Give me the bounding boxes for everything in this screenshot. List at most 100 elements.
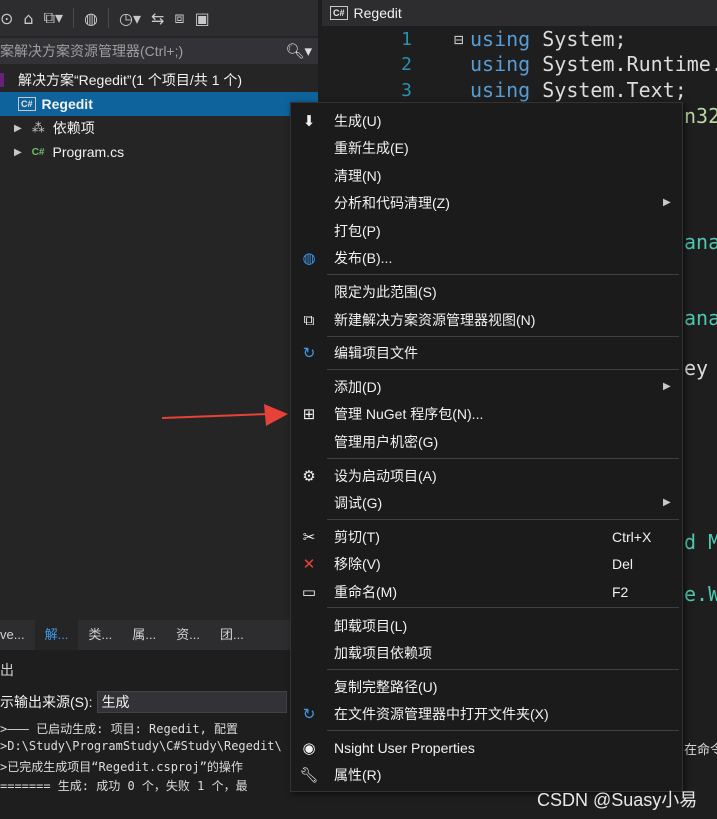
gear-icon: ⚙ — [302, 466, 316, 485]
tab-solution-explorer[interactable]: 解... — [34, 620, 79, 650]
menu-item-nsight[interactable]: ◉ Nsight User Properties — [291, 734, 682, 761]
search-box[interactable]: 案解决方案资源管理器(Ctrl+;) 🔍︎▾ — [0, 38, 318, 64]
tab-class-view[interactable]: 类... — [78, 620, 122, 650]
menu-item-scope[interactable]: 限定为此范围(S) — [291, 278, 682, 305]
menu-separator — [327, 730, 679, 731]
submenu-arrow-icon: ▶ — [663, 197, 671, 208]
tab-vertical[interactable]: ve... — [0, 620, 35, 650]
tree-item-label: 解决方案“Regedit”(1 个项目/共 1 个) — [18, 72, 243, 88]
menu-item-rebuild[interactable]: 重新生成(E) — [291, 134, 682, 161]
output-source-label: 示输出来源(S): — [0, 694, 93, 710]
menu-item-rename[interactable]: ▭ 重命名(M) F2 — [291, 578, 682, 605]
show-all-files-icon[interactable]: ▣ — [195, 9, 210, 28]
watermark: CSDN @Suasy小易 — [537, 790, 698, 810]
code-fragment: anag — [684, 306, 717, 330]
tree-item-project[interactable]: C# Regedit — [0, 92, 318, 116]
menu-item-pack[interactable]: 打包(P) — [291, 217, 682, 244]
scissors-icon: ✂ — [302, 527, 316, 546]
tree-item-solution[interactable]: 解决方案“Regedit”(1 个项目/共 1 个) — [0, 68, 318, 92]
open-folder-icon: ↻ — [302, 704, 316, 723]
nsight-icon: ◉ — [302, 738, 316, 757]
menu-item-user-secrets[interactable]: 管理用户机密(G) — [291, 428, 682, 455]
csharp-file-icon: C# — [330, 6, 348, 20]
menu-item-cut[interactable]: ✂ 剪切(T) Ctrl+X — [291, 523, 682, 550]
menu-item-clean[interactable]: 清理(N) — [291, 162, 682, 189]
menu-item-set-startup[interactable]: ⚙ 设为启动项目(A) — [291, 462, 682, 489]
expand-arrow-icon[interactable]: ▶ — [14, 147, 22, 158]
history-icon[interactable]: ◷▾ — [119, 9, 141, 28]
solution-icon — [0, 73, 4, 87]
output-source-dropdown[interactable]: 生成 — [96, 691, 287, 713]
output-line: >D:\Study\ProgramStudy\C#Study\Regedit\ — [0, 739, 282, 753]
context-menu: ⬇ 生成(U) 重新生成(E) 清理(N) 分析和代码清理(Z) ▶ 打包(P)… — [290, 102, 683, 792]
editor-document-tab[interactable]: C# Regedit — [322, 0, 717, 26]
submenu-arrow-icon: ▶ — [663, 381, 671, 392]
remove-icon: ✕ — [302, 554, 316, 573]
wrench-icon: 🔧︎ — [299, 765, 319, 784]
csharp-project-icon: C# — [18, 97, 36, 111]
search-input[interactable]: 案解决方案资源管理器(Ctrl+;) — [0, 41, 183, 61]
output-line: ======= 生成: 成功 0 个，失败 1 个，最 — [0, 779, 248, 793]
expand-arrow-icon[interactable]: ▶ — [14, 123, 22, 134]
nuget-icon: ⊞ — [302, 404, 316, 423]
tree-item-program[interactable]: ▶ C# Program.cs — [0, 140, 318, 164]
new-view-icon: ⧉ — [303, 310, 315, 329]
build-icon: ⬇ — [302, 111, 316, 130]
menu-item-nuget[interactable]: ⊞ 管理 NuGet 程序包(N)... — [291, 400, 682, 427]
menu-item-build[interactable]: ⬇ 生成(U) — [291, 107, 682, 134]
tab-properties[interactable]: 属... — [122, 620, 166, 650]
output-line: >已完成生成项目“Regedit.csproj”的操作 — [0, 760, 243, 774]
menu-item-add[interactable]: 添加(D) ▶ — [291, 373, 682, 400]
code-fragment: anag — [684, 230, 717, 254]
menu-item-open-folder[interactable]: ↻ 在文件资源管理器中打开文件夹(X) — [291, 700, 682, 727]
menu-item-unload[interactable]: 卸载项目(L) — [291, 612, 682, 639]
home-icon[interactable]: ⌂ — [23, 9, 33, 28]
sync-icon[interactable]: ⇆ — [151, 9, 164, 28]
toolbar-divider — [73, 8, 75, 28]
menu-item-new-view[interactable]: ⧉ 新建解决方案资源管理器视图(N) — [291, 306, 682, 333]
menu-separator — [327, 519, 679, 520]
output-panel-title: 出 — [0, 662, 14, 678]
line-number: 3 — [401, 80, 412, 101]
output-source-row: 示输出来源(S): 生成 — [0, 690, 318, 714]
menu-item-properties[interactable]: 🔧︎ 属性(R) — [291, 761, 682, 788]
collapse-all-icon[interactable]: ⧈ — [174, 8, 184, 28]
line-number: 2 — [401, 54, 412, 75]
output-line: >——— 已启动生成: 项目: Regedit, 配置 — [0, 722, 239, 736]
menu-item-remove[interactable]: ✕ 移除(V) Del — [291, 550, 682, 577]
menu-separator — [327, 669, 679, 670]
menu-separator — [327, 369, 679, 370]
menu-item-analyze[interactable]: 分析和代码清理(Z) ▶ — [291, 189, 682, 216]
menu-item-debug[interactable]: 调试(G) ▶ — [291, 489, 682, 516]
code-fragment: n32 — [684, 104, 717, 128]
search-icon[interactable]: 🔍︎▾ — [285, 42, 312, 60]
menu-item-load-deps[interactable]: 加载项目依赖项 — [291, 639, 682, 666]
toolbar-divider — [108, 8, 109, 28]
tree-item-label: 依赖项 — [52, 120, 95, 136]
tab-team[interactable]: 团... — [210, 620, 254, 650]
output-line-fragment: 在命令 — [684, 742, 717, 757]
code-line: using System; — [470, 27, 627, 51]
switch-views-icon[interactable]: ⧉▾ — [44, 8, 63, 28]
annotation-arrow-icon — [161, 404, 288, 426]
code-fragment: ey H — [684, 356, 717, 380]
menu-separator — [327, 607, 679, 608]
solution-explorer-toolbar: ⊙ ⌂ ⧉▾ ◍ ◷▾ ⇆ ⧈ ▣ — [0, 0, 318, 36]
globe-filter-icon[interactable]: ◍ — [84, 9, 98, 28]
tree-item-label: Program.cs — [52, 144, 125, 160]
tree-item-label: Regedit — [41, 96, 93, 112]
menu-item-edit-project[interactable]: ↻ 编辑项目文件 — [291, 339, 682, 366]
tab-resources[interactable]: 资... — [166, 620, 210, 650]
code-line: using System.Runtime. — [470, 52, 717, 76]
menu-item-copy-path[interactable]: 复制完整路径(U) — [291, 673, 682, 700]
menu-separator — [327, 336, 679, 337]
code-fragment: e.W — [684, 582, 717, 606]
dependencies-icon: ⁂ — [31, 120, 45, 136]
forward-icon[interactable]: ⊙ — [0, 9, 13, 28]
globe-icon: ◍ — [302, 248, 316, 267]
menu-separator — [327, 458, 679, 459]
collapse-region-icon[interactable]: ⊟ — [454, 30, 464, 49]
tree-item-dependencies[interactable]: ▶ ⁂ 依赖项 — [0, 116, 318, 140]
csharp-file-icon: C# — [31, 146, 45, 158]
menu-item-publish[interactable]: ◍ 发布(B)... — [291, 244, 682, 271]
